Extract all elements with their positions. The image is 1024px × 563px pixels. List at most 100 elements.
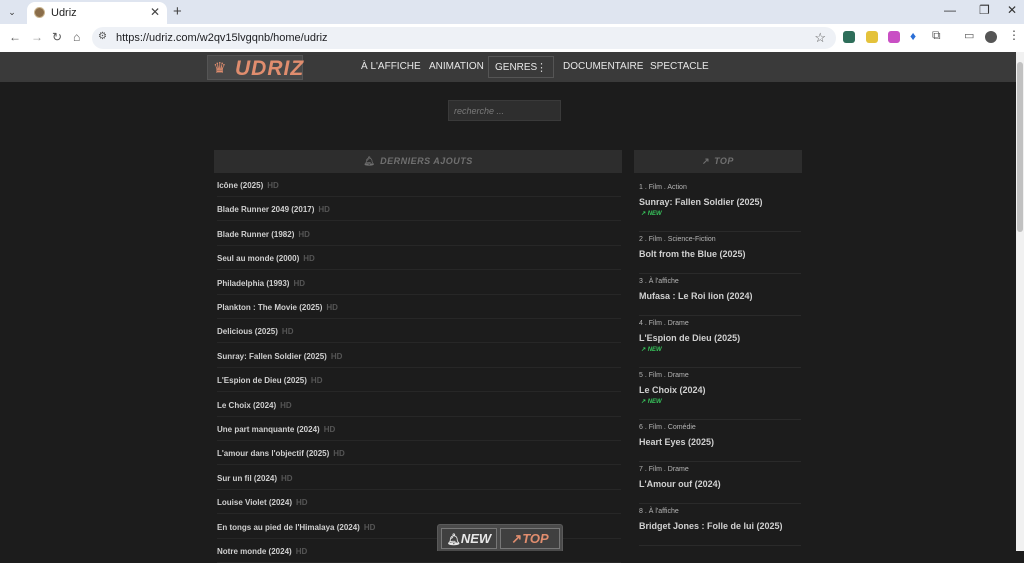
- reload-icon[interactable]: ↻: [52, 30, 62, 44]
- bookmark-star-icon[interactable]: ☆: [814, 30, 826, 46]
- new-badge: ↗ NEW: [641, 210, 662, 217]
- trending-icon: ↗: [511, 531, 523, 546]
- forward-arrow-icon[interactable]: →: [31, 30, 43, 44]
- top-title: TOP: [714, 156, 734, 166]
- quality-badge: HD: [303, 254, 315, 264]
- latest-item[interactable]: Le Choix (2024) HD: [217, 401, 621, 410]
- row-divider: [217, 513, 621, 515]
- latest-item[interactable]: L'amour dans l'objectif (2025) HD: [217, 449, 621, 458]
- new-button[interactable]: 🔔︎NEW: [441, 528, 497, 549]
- droplet-extension-icon[interactable]: ♦: [910, 29, 922, 43]
- nav-a-laffiche[interactable]: À L'AFFICHE: [361, 61, 421, 72]
- quality-badge: HD: [293, 278, 306, 288]
- quality-badge: HD: [363, 522, 376, 532]
- latest-item[interactable]: Blade Runner 2049 (2017) HD: [217, 205, 621, 214]
- top-button[interactable]: ↗TOP: [500, 528, 560, 549]
- top-item-title[interactable]: Mufasa : Le Roi lion (2024): [639, 291, 753, 301]
- browser-menu-icon[interactable]: ⋮: [1008, 28, 1020, 42]
- browser-toolbar: ← → ↻ ⌂ ⚙ https://udriz.com/w2qv15lvgqnb…: [0, 24, 1024, 53]
- site-logo[interactable]: ♛ UDRIZ: [207, 55, 303, 80]
- latest-item[interactable]: L'Espion de Dieu (2025) HD: [217, 376, 621, 385]
- top-item-meta: 5 . Film . Drame: [639, 372, 689, 379]
- latest-item-title: Notre monde (2024): [217, 547, 292, 556]
- nav-genres-dropdown[interactable]: GENRES ⋮: [488, 56, 554, 78]
- quality-badge: HD: [280, 400, 292, 410]
- latest-item[interactable]: Plankton : The Movie (2025) HD: [217, 303, 621, 312]
- latest-item-title: Une part manquante (2024): [217, 425, 320, 434]
- top-item-title[interactable]: Heart Eyes (2025): [639, 437, 714, 447]
- extension-3-icon[interactable]: [888, 31, 900, 43]
- quality-badge: HD: [295, 547, 308, 556]
- latest-item-title: Sur un fil (2024): [217, 473, 278, 483]
- top-item-meta: 7 . Film . Drame: [639, 466, 689, 473]
- extension-2-icon[interactable]: [866, 31, 878, 43]
- top-item-title[interactable]: Sunray: Fallen Soldier (2025): [639, 197, 763, 207]
- nav-animation[interactable]: ANIMATION: [429, 61, 484, 72]
- back-arrow-icon[interactable]: ←: [9, 30, 21, 44]
- new-tab-plus-icon[interactable]: +: [173, 3, 182, 20]
- row-divider: [217, 366, 621, 368]
- row-divider: [217, 244, 621, 246]
- trending-icon: ↗: [641, 399, 648, 405]
- window-close-icon[interactable]: ✕: [1007, 3, 1017, 17]
- quality-badge: HD: [281, 473, 293, 483]
- page-scrollbar[interactable]: [1016, 52, 1024, 551]
- browser-tab[interactable]: Udriz ✕: [27, 2, 167, 24]
- latest-item[interactable]: Sur un fil (2024) HD: [217, 474, 621, 483]
- restore-icon[interactable]: ❐: [979, 3, 990, 17]
- top-item-meta: 6 . Film . Comédie: [639, 424, 696, 431]
- home-icon[interactable]: ⌂: [73, 30, 80, 44]
- latest-item[interactable]: Blade Runner (1982) HD: [217, 230, 621, 239]
- tab-search-chevron-icon[interactable]: ⌄: [4, 4, 20, 20]
- tab-close-icon[interactable]: ✕: [150, 5, 160, 19]
- top-item-title[interactable]: Le Choix (2024): [639, 385, 706, 395]
- latest-item[interactable]: Philadelphia (1993) HD: [217, 279, 621, 288]
- top-item-meta: 3 . À l'affiche: [639, 278, 679, 285]
- top-item-title[interactable]: L'Amour ouf (2024): [639, 479, 721, 489]
- top-item-title[interactable]: Bridget Jones : Folle de lui (2025): [639, 521, 783, 531]
- top-item-meta: 2 . Film . Science-Fiction: [639, 236, 716, 243]
- latest-item-title: Blade Runner 2049 (2017): [217, 205, 315, 215]
- top-button-label: TOP: [522, 531, 549, 546]
- extension-1-icon[interactable]: [843, 31, 855, 43]
- minimize-icon[interactable]: —: [944, 3, 956, 17]
- row-divider: [217, 342, 621, 344]
- popcorn-icon: ♛: [213, 60, 227, 77]
- new-badge: ↗ NEW: [641, 398, 662, 405]
- nav-genres-label: GENRES: [495, 62, 538, 73]
- top-item-title[interactable]: L'Espion de Dieu (2025): [639, 333, 740, 343]
- address-bar[interactable]: ⚙ https://udriz.com/w2qv15lvgqnb/home/ud…: [92, 27, 836, 49]
- cast-icon[interactable]: ▭: [964, 29, 976, 42]
- profile-avatar[interactable]: [985, 31, 997, 43]
- scrollbar-thumb[interactable]: [1017, 62, 1023, 232]
- quality-badge: HD: [326, 303, 338, 312]
- quality-badge: HD: [298, 229, 310, 239]
- latest-item-title: Le Choix (2024): [217, 400, 277, 410]
- row-divider: [217, 488, 621, 490]
- top-item-title[interactable]: Bolt from the Blue (2025): [639, 249, 746, 259]
- latest-item-title: Philadelphia (1993): [217, 278, 290, 288]
- latest-item-title: Plankton : The Movie (2025): [217, 303, 323, 312]
- latest-item[interactable]: Delicious (2025) HD: [217, 327, 621, 336]
- row-divider: [217, 391, 621, 393]
- nav-spectacle[interactable]: SPECTACLE: [650, 61, 709, 72]
- search-input[interactable]: [448, 100, 561, 121]
- nav-documentaire[interactable]: DOCUMENTAIRE: [563, 61, 643, 72]
- latest-item[interactable]: Seul au monde (2000) HD: [217, 254, 621, 263]
- row-divider: [639, 273, 801, 274]
- new-badge-label: NEW: [647, 399, 662, 405]
- quality-badge: HD: [267, 181, 279, 190]
- site-header: ♛ UDRIZ À L'AFFICHE ANIMATION GENRES ⋮ D…: [0, 52, 1016, 82]
- top-item-meta: 8 . À l'affiche: [639, 508, 679, 515]
- latest-item[interactable]: Louise Violet (2024) HD: [217, 498, 621, 507]
- latest-item[interactable]: Une part manquante (2024) HD: [217, 425, 621, 434]
- quality-badge: HD: [281, 327, 294, 337]
- row-divider: [217, 464, 621, 466]
- row-divider: [639, 503, 801, 504]
- extensions-puzzle-icon[interactable]: ⧉: [932, 28, 944, 42]
- latest-item[interactable]: Sunray: Fallen Soldier (2025) HD: [217, 352, 621, 361]
- url-text[interactable]: https://udriz.com/w2qv15lvgqnb/home/udri…: [116, 32, 328, 44]
- quality-badge: HD: [318, 205, 330, 215]
- latest-item[interactable]: Icône (2025) HD: [217, 181, 621, 190]
- site-info-icon[interactable]: ⚙: [98, 31, 107, 42]
